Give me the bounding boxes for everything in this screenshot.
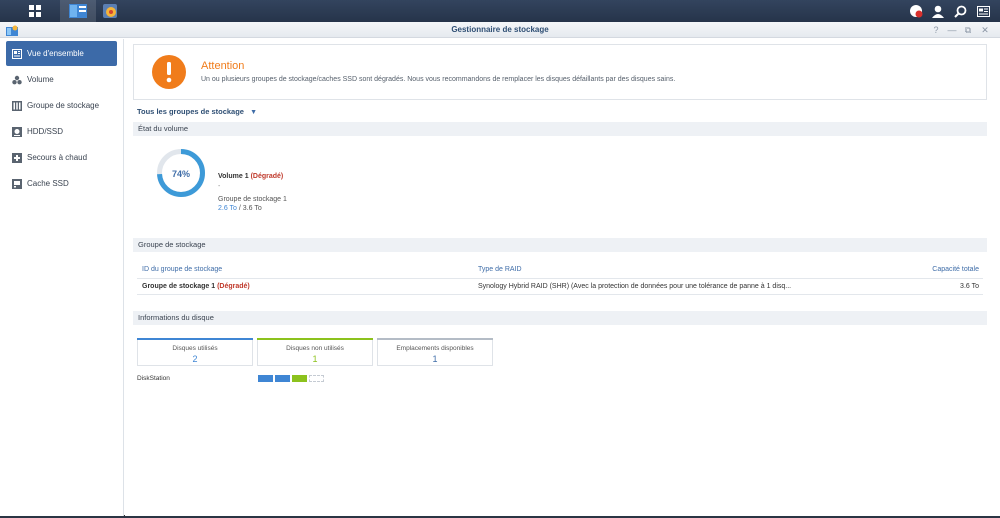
warning-icon — [152, 55, 186, 94]
card-value: 1 — [312, 354, 318, 364]
sidebar-item-hdd-ssd[interactable]: HDD/SSD — [6, 119, 117, 144]
user-icon[interactable] — [928, 0, 948, 22]
hdd-icon — [12, 126, 22, 137]
card-value: 1 — [432, 354, 438, 364]
volume-description: - — [218, 183, 221, 190]
help-button[interactable]: ? — [930, 24, 942, 36]
card-label: Disques non utilisés — [286, 345, 344, 352]
alert-message: Un ou plusieurs groupes de stockage/cach… — [201, 76, 676, 83]
main-menu-icon[interactable] — [17, 0, 53, 22]
capacity-cell: 3.6 To — [960, 283, 979, 290]
card-label: Disques utilisés — [172, 345, 218, 352]
pool-filter-dropdown[interactable]: Tous les groupes de stockage ▼ — [137, 107, 257, 116]
card-label: Emplacements disponibles — [396, 345, 474, 352]
sidebar-item-storage-pool[interactable]: Groupe de stockage — [6, 93, 117, 118]
col-pool-id[interactable]: ID du groupe de stockage — [142, 266, 222, 273]
widgets-icon[interactable] — [973, 0, 993, 22]
available-slots-card[interactable]: Emplacements disponibles 1 — [377, 338, 493, 366]
raid-type-cell: Synology Hybrid RAID (SHR) (Avec la prot… — [478, 283, 792, 290]
window-title: Gestionnaire de stockage — [451, 25, 549, 34]
device-name: DiskStation — [137, 375, 170, 382]
card-accent-bar — [377, 338, 493, 340]
search-icon[interactable] — [950, 0, 970, 22]
alert-title: Attention — [201, 60, 245, 72]
col-total-capacity[interactable]: Capacité totale — [932, 266, 979, 273]
overview-icon — [12, 48, 22, 59]
restore-button[interactable]: ⧉ — [962, 24, 974, 36]
control-panel-taskbar-icon[interactable] — [92, 0, 128, 22]
sidebar-item-label: HDD/SSD — [27, 127, 64, 136]
sidebar-item-hot-spare[interactable]: Secours à chaud — [6, 145, 117, 170]
card-accent-bar — [137, 338, 253, 340]
col-raid-type[interactable]: Type de RAID — [478, 266, 522, 273]
disk-info-header: Informations du disque — [133, 311, 987, 325]
notification-icon[interactable] — [906, 0, 926, 22]
volume-capacity: 2.6 To / 3.6 To — [218, 205, 262, 212]
disk-slot-2[interactable] — [275, 375, 290, 382]
minimize-button[interactable]: — — [946, 24, 958, 36]
sidebar-item-label: Vue d'ensemble — [27, 49, 84, 58]
sidebar-item-label: Cache SSD — [27, 179, 69, 188]
storage-pool-header: Groupe de stockage — [133, 238, 987, 252]
sidebar-item-ssd-cache[interactable]: Cache SSD — [6, 171, 117, 196]
volume-status-header: État du volume — [133, 122, 987, 136]
chevron-down-icon: ▼ — [250, 109, 258, 116]
table-divider — [137, 294, 983, 295]
sidebar-item-label: Secours à chaud — [27, 153, 88, 162]
disk-slot-1[interactable] — [258, 375, 273, 382]
volume-pool: Groupe de stockage 1 — [218, 196, 287, 203]
pool-id: Groupe de stockage 1 — [142, 283, 216, 290]
storage-manager-taskbar-icon[interactable] — [60, 0, 96, 22]
sidebar-item-label: Volume — [27, 75, 54, 84]
volume-name-line[interactable]: Volume 1 (Dégradé) — [218, 173, 283, 180]
card-value: 2 — [192, 354, 198, 364]
storage-manager-window: Gestionnaire de stockage ? — ⧉ ✕ Vue d'e… — [0, 22, 1000, 516]
pool-id-cell: Groupe de stockage 1 (Dégradé) — [142, 283, 250, 290]
ssd-cache-icon — [12, 178, 22, 189]
volume-total: 3.6 To — [242, 205, 262, 212]
used-disks-card[interactable]: Disques utilisés 2 — [137, 338, 253, 366]
sidebar: Vue d'ensemble Volume Groupe de stockage… — [0, 39, 124, 516]
hot-spare-icon — [12, 152, 22, 163]
unused-disks-card[interactable]: Disques non utilisés 1 — [257, 338, 373, 366]
taskbar — [0, 0, 1000, 22]
window-titlebar[interactable]: Gestionnaire de stockage ? — ⧉ ✕ — [0, 22, 1000, 38]
attention-banner: Attention Un ou plusieurs groupes de sto… — [133, 44, 987, 100]
storage-pool-icon — [12, 100, 22, 111]
pool-status: (Dégradé) — [217, 283, 250, 290]
disk-slot-3[interactable] — [292, 375, 307, 382]
volume-status: (Dégradé) — [250, 173, 284, 180]
disk-slot-4[interactable] — [309, 375, 324, 382]
sidebar-item-volume[interactable]: Volume — [6, 67, 117, 92]
volume-usage-percent: 74% — [171, 169, 190, 179]
volume-icon — [12, 75, 22, 85]
volume-used: 2.6 To — [218, 205, 237, 212]
sidebar-item-overview[interactable]: Vue d'ensemble — [6, 41, 117, 66]
pool-filter-label: Tous les groupes de stockage — [137, 107, 244, 116]
card-accent-bar — [257, 338, 373, 340]
table-divider — [137, 278, 983, 279]
main-panel: Attention Un ou plusieurs groupes de sto… — [125, 39, 1000, 516]
close-button[interactable]: ✕ — [979, 24, 991, 36]
volume-name: Volume 1 — [218, 173, 249, 180]
sidebar-item-label: Groupe de stockage — [27, 101, 100, 110]
